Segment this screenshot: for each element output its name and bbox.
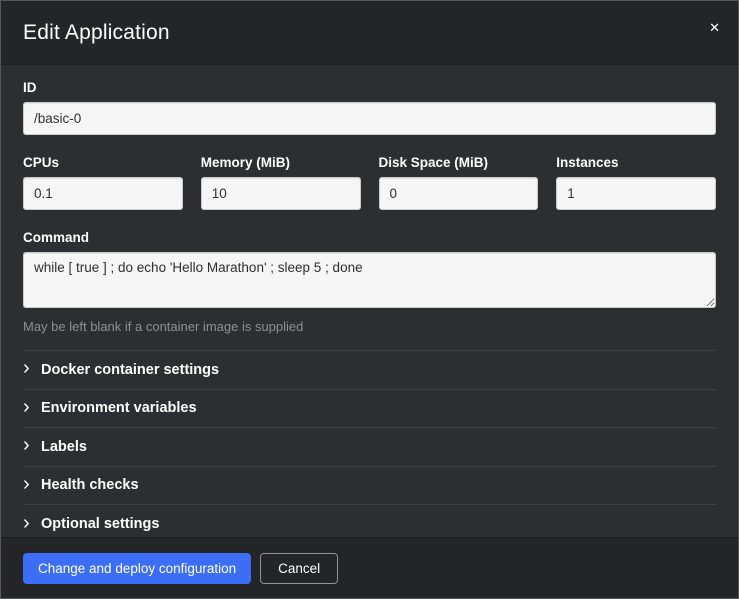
section-label: Docker container settings	[41, 362, 219, 378]
instances-field: Instances	[556, 155, 716, 210]
section-label: Environment variables	[41, 400, 197, 416]
modal-header: Edit Application	[1, 1, 738, 65]
section-label: Optional settings	[41, 516, 159, 532]
chevron-right-icon: ›	[23, 435, 41, 455]
chevron-right-icon: ›	[23, 513, 41, 533]
section-health-checks[interactable]: › Health checks	[23, 467, 716, 506]
modal-body: ID CPUs Memory (MiB) Disk Space (MiB) In…	[1, 65, 738, 537]
disk-label: Disk Space (MiB)	[379, 155, 539, 170]
section-optional-settings[interactable]: › Optional settings	[23, 505, 716, 537]
section-environment-variables[interactable]: › Environment variables	[23, 390, 716, 429]
instances-input[interactable]	[556, 177, 716, 210]
section-label: Health checks	[41, 477, 139, 493]
section-labels[interactable]: › Labels	[23, 428, 716, 467]
cpus-label: CPUs	[23, 155, 183, 170]
id-input[interactable]	[23, 102, 716, 135]
modal-title: Edit Application	[23, 21, 170, 45]
memory-input[interactable]	[201, 177, 361, 210]
cpus-field: CPUs	[23, 155, 183, 210]
modal-footer: Change and deploy configuration Cancel	[1, 537, 738, 598]
memory-field: Memory (MiB)	[201, 155, 361, 210]
chevron-right-icon: ›	[23, 474, 41, 494]
memory-label: Memory (MiB)	[201, 155, 361, 170]
disk-input[interactable]	[379, 177, 539, 210]
chevron-right-icon: ›	[23, 358, 41, 378]
section-label: Labels	[41, 439, 87, 455]
edit-application-modal: Edit Application ✕ ID CPUs Memory (MiB) …	[0, 0, 739, 599]
change-and-deploy-button[interactable]: Change and deploy configuration	[23, 553, 251, 584]
disk-field: Disk Space (MiB)	[379, 155, 539, 210]
command-help-text: May be left blank if a container image i…	[23, 319, 716, 334]
instances-label: Instances	[556, 155, 716, 170]
collapsible-sections: › Docker container settings › Environmen…	[23, 350, 716, 537]
close-icon[interactable]: ✕	[705, 17, 724, 38]
cpus-input[interactable]	[23, 177, 183, 210]
id-label: ID	[23, 80, 716, 95]
command-field: Command while [ true ] ; do echo 'Hello …	[23, 230, 716, 334]
command-label: Command	[23, 230, 716, 245]
command-input[interactable]: while [ true ] ; do echo 'Hello Marathon…	[23, 252, 716, 308]
section-docker-container-settings[interactable]: › Docker container settings	[23, 351, 716, 390]
id-field: ID	[23, 80, 716, 135]
chevron-right-icon: ›	[23, 397, 41, 417]
cancel-button[interactable]: Cancel	[260, 553, 338, 584]
resources-row: CPUs Memory (MiB) Disk Space (MiB) Insta…	[23, 155, 716, 210]
